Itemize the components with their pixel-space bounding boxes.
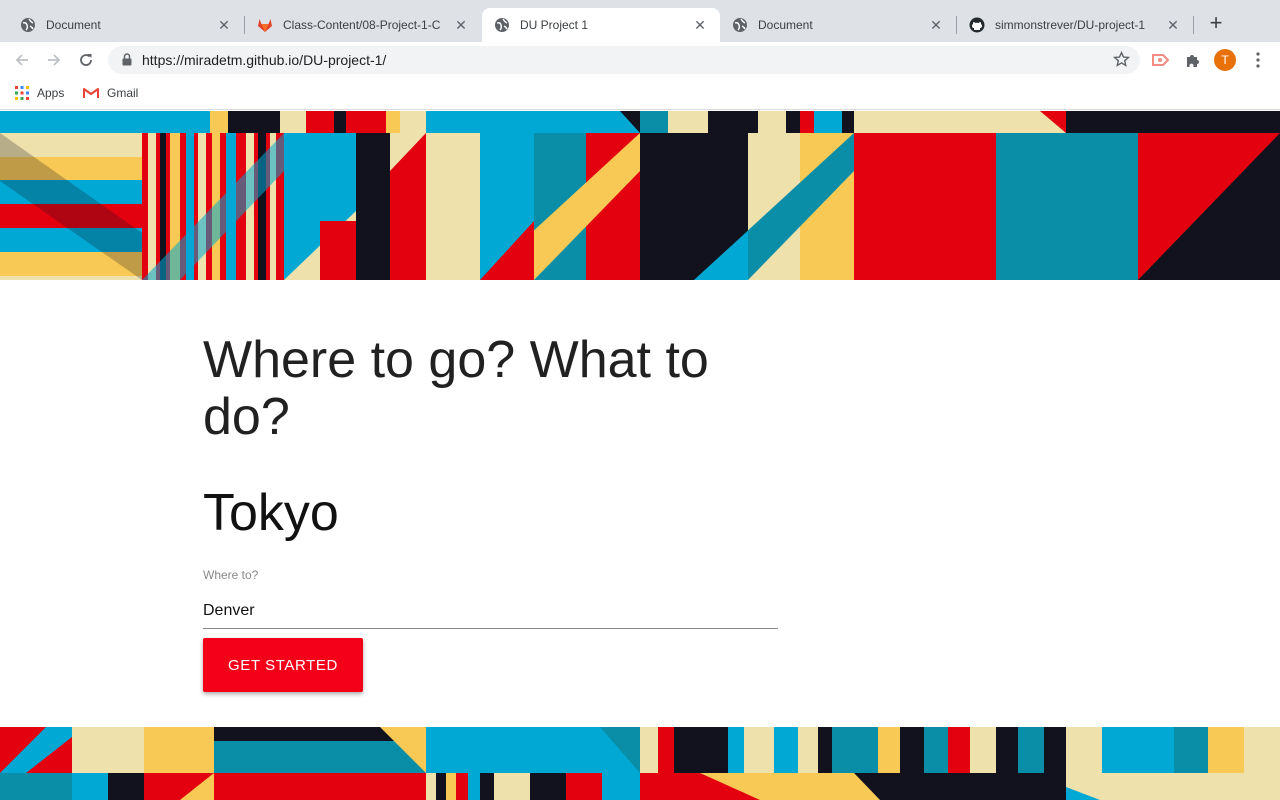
arrow-left-icon	[15, 54, 28, 66]
tab-divider	[1193, 16, 1194, 34]
arrow-right-icon	[48, 54, 61, 66]
back-button[interactable]	[10, 48, 34, 72]
close-icon[interactable]: ✕	[216, 17, 232, 34]
globe-icon	[21, 18, 35, 32]
close-icon[interactable]: ✕	[1165, 17, 1181, 34]
extension-button[interactable]	[1149, 48, 1173, 72]
puzzle-piece-icon	[1187, 55, 1199, 67]
close-icon[interactable]: ✕	[928, 17, 944, 34]
destination-input-label: Where to?	[203, 568, 259, 582]
page-viewport: Where to go? What to do? Tokyo Where to?…	[0, 111, 1280, 800]
browser-tab[interactable]: Document ✕	[720, 8, 956, 42]
get-started-button[interactable]: GET STARTED	[203, 638, 363, 692]
extensions-menu-button[interactable]	[1181, 48, 1205, 72]
apps-grid-icon	[15, 86, 29, 100]
decorative-banner-top	[0, 111, 1280, 280]
kebab-menu-icon	[1256, 52, 1260, 68]
tab-title: Class-Content/08-Project-1-C	[283, 18, 441, 32]
address-bar[interactable]: https://miradetm.github.io/DU-project-1/	[108, 46, 1140, 74]
bookmark-apps[interactable]: Apps	[15, 86, 64, 100]
browser-toolbar: https://miradetm.github.io/DU-project-1/…	[0, 42, 1280, 78]
reload-button[interactable]	[74, 48, 98, 72]
profile-button[interactable]: T	[1213, 48, 1237, 72]
close-icon[interactable]: ✕	[692, 17, 708, 34]
tab-title: Document	[758, 18, 813, 32]
lock-icon	[122, 53, 132, 66]
destination-input[interactable]	[203, 593, 778, 629]
forward-button[interactable]	[42, 48, 66, 72]
close-icon[interactable]: ✕	[453, 17, 469, 34]
bookmark-gmail[interactable]: Gmail	[83, 86, 138, 100]
avatar: T	[1214, 49, 1236, 71]
page-headline: Where to go? What to do?	[203, 331, 709, 446]
screen-record-extension-icon	[1152, 54, 1170, 66]
github-icon	[969, 17, 985, 33]
gitlab-icon	[258, 19, 272, 32]
gmail-icon	[83, 88, 99, 98]
tab-title: DU Project 1	[520, 18, 589, 32]
city-name: Tokyo	[203, 484, 339, 542]
globe-icon	[495, 18, 509, 32]
url-text: https://miradetm.github.io/DU-project-1/	[142, 52, 387, 68]
reload-icon	[80, 54, 92, 66]
globe-icon	[733, 18, 747, 32]
browser-tab[interactable]: Class-Content/08-Project-1-C ✕	[245, 8, 481, 42]
decorative-banner-bottom	[0, 727, 1280, 800]
tab-title: simmonstrever/DU-project-1	[995, 18, 1146, 32]
bookmark-label: Gmail	[107, 86, 139, 100]
bookmark-label: Apps	[37, 86, 65, 100]
browser-menu-button[interactable]	[1246, 48, 1270, 72]
browser-tab-active[interactable]: DU Project 1 ✕	[482, 8, 720, 42]
bookmarks-bar: Apps Gmail	[0, 78, 1280, 110]
browser-tab-strip: Document ✕ Class-Content/08-Project-1-C …	[0, 0, 1280, 42]
browser-tab[interactable]: simmonstrever/DU-project-1 ✕	[957, 8, 1193, 42]
new-tab-button[interactable]: +	[1204, 12, 1228, 36]
tab-title: Document	[46, 18, 101, 32]
browser-tab[interactable]: Document ✕	[8, 8, 244, 42]
bookmark-star-icon[interactable]	[1113, 51, 1130, 68]
